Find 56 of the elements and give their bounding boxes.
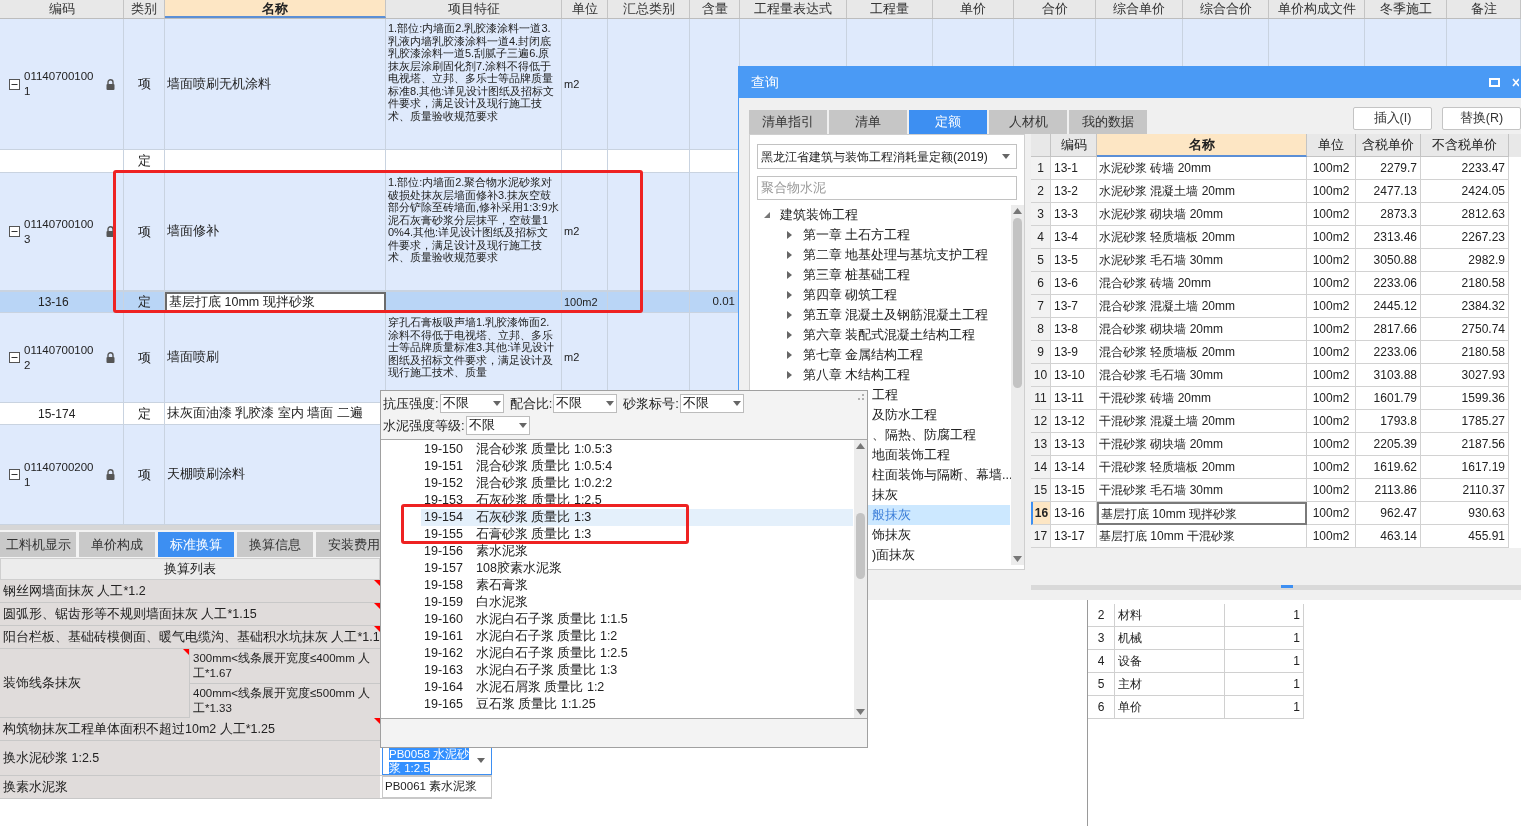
- resource-value: 1: [1224, 650, 1304, 672]
- item-code: 011407002001: [24, 459, 95, 490]
- resource-name: 设备: [1114, 650, 1224, 672]
- filter-label: 水泥强度等级:: [383, 416, 465, 435]
- quota-code: 13-16: [38, 294, 69, 311]
- type-cell-text: 项: [137, 348, 151, 367]
- row-number: 3: [1096, 630, 1106, 647]
- feature-text: 1.部位:内墙面2.乳胶漆涂料一道3.乳液内墙乳胶漆涂料一道4.封闭底乳胶漆涂料一道5.刮腻子三遍6.原抹灰层涂刷固化剂7.涂料不得低于电视塔、立邦、多乐士等品牌质量标准8.其他:详见设计图纸及招标文件要求，满足设计及现行施工技术、质量验收规范要求: [388, 22, 556, 122]
- resource-value: 1: [1224, 627, 1304, 649]
- list-header: 换算列表: [0, 558, 380, 580]
- price-cell: 463.14: [1356, 525, 1421, 548]
- unit-cell: 100m2: [1307, 525, 1356, 548]
- price-cell: 455.91: [1421, 525, 1509, 548]
- row-number: 5: [1096, 676, 1106, 693]
- name-cell-text: 抹灰面油漆 乳胶漆 室内 墙面 二遍: [167, 405, 363, 423]
- resource-value: 1: [1224, 604, 1304, 626]
- item-code: 011407001001: [24, 69, 95, 99]
- name-cell-text: 墙面喷刷无机涂料: [167, 75, 271, 93]
- type-cell-text: 定: [137, 152, 151, 171]
- unit-cell-text: 100m2: [564, 294, 598, 310]
- option-group-cell: 装饰线条抹灰: [0, 649, 190, 717]
- unit-cell-text: m2: [564, 350, 580, 366]
- row-number: 4: [1096, 653, 1106, 670]
- resource-value: 1: [1224, 673, 1304, 695]
- quota-code: 13-17: [1051, 525, 1097, 548]
- resource-name: 单价: [1114, 696, 1224, 718]
- type-cell-text: 项: [137, 75, 151, 94]
- filter-label: 抗压强度:: [383, 395, 439, 413]
- feature-text: 穿孔石膏板吸声墙1.乳胶漆饰面2.涂料不得低于电视塔、立邦、多乐士等品牌质量标准3.其他:详见设计图纸及招标文件要求，满足设计及现行施工技术、质量: [388, 316, 556, 379]
- amount-cell-text: 0.01: [712, 294, 735, 310]
- feature-text: 1.部位:内墙面2.聚合物水泥砂浆对破损处抹灰层墙面修补3.抹灰空鼓部分铲除至砖墙面,修补采用1:3:9水泥石灰膏砂浆分层抹平，空鼓量10%4.其他:详见设计图纸及招标文件要求，满足设计及现行施工技术、质量验收规范要求: [388, 176, 559, 264]
- type-cell-text: 定: [137, 404, 151, 423]
- quota-name: 基层打底 10mm 干混砂浆: [1097, 525, 1307, 548]
- unit-cell-text: m2: [564, 224, 580, 240]
- name-cell-text: 天棚喷刷涂料: [167, 466, 245, 484]
- value-cell: PB0061 素水泥浆: [382, 776, 492, 798]
- name-cell-text: 墙面修补: [167, 223, 219, 241]
- resource-name: 机械: [1114, 627, 1224, 649]
- resource-value: 1: [1224, 696, 1304, 718]
- item-code: 011407001002: [24, 342, 95, 373]
- quota-name: 基层打底 10mm 现拌砂浆: [1097, 502, 1307, 525]
- quota-name: 干混砂浆 毛石墙 30mm: [1097, 479, 1307, 502]
- row-number: 2: [1096, 607, 1106, 624]
- type-cell-text: 项: [137, 222, 151, 241]
- type-cell-text: 定: [137, 293, 151, 312]
- filter-label: 配合比:: [509, 395, 553, 413]
- item-code: 011407001003: [24, 216, 95, 247]
- type-cell-text: 项: [137, 465, 151, 484]
- unit-cell-text: m2: [564, 76, 580, 92]
- dialog-title: 查询: [751, 72, 779, 92]
- resource-name: 主材: [1114, 673, 1224, 695]
- resource-name: 材料: [1114, 604, 1224, 626]
- filter-label: 砂浆标号:: [623, 395, 679, 413]
- row-number: 6: [1096, 699, 1106, 716]
- name-cell-text: 墙面喷刷: [167, 349, 219, 367]
- quota-code: 15-174: [38, 405, 76, 423]
